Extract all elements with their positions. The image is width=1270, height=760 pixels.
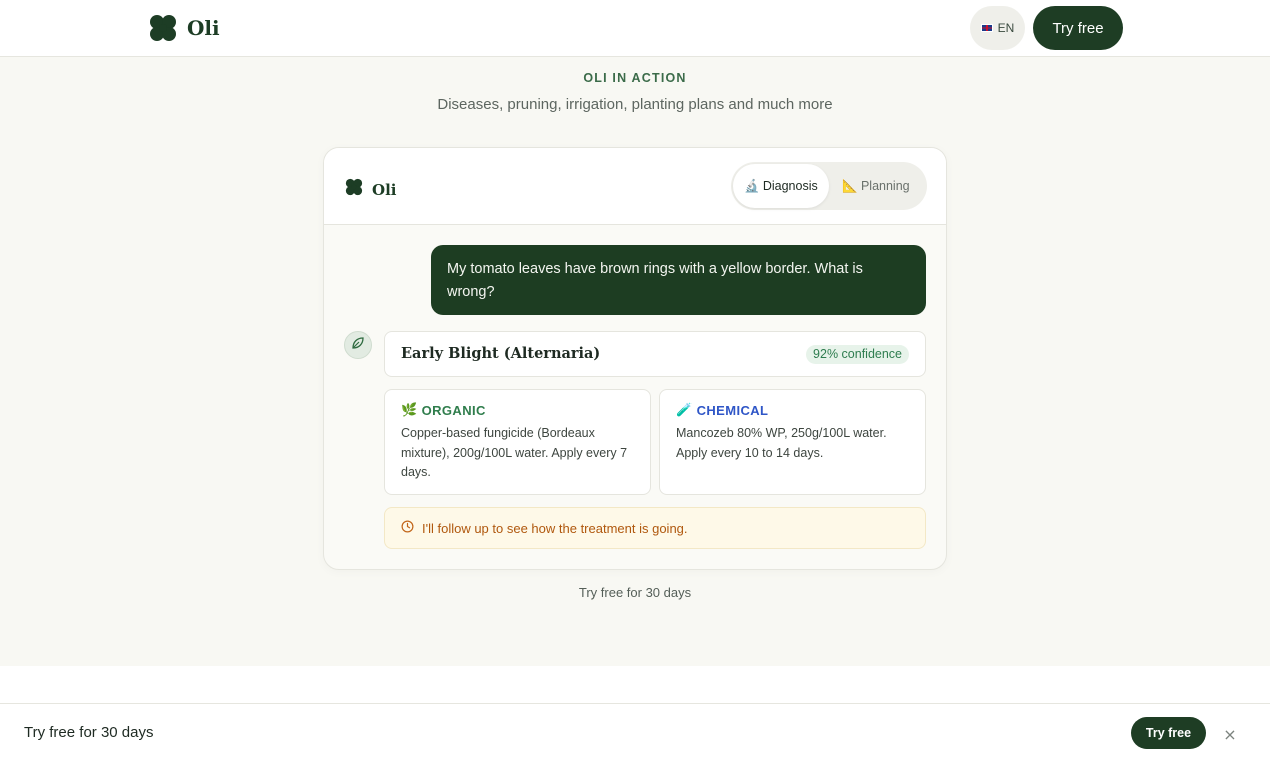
close-icon[interactable]: × (1220, 725, 1240, 745)
demo-tabs: 🔬 Diagnosis 📐 Planning (731, 162, 927, 210)
organic-treatment-heading: 🌿 ORGANIC (401, 402, 634, 418)
demo-brand: Oli (344, 177, 396, 202)
next-section (0, 666, 1270, 704)
try-free-button[interactable]: Try free (1033, 6, 1123, 50)
herb-icon: 🌿 (401, 402, 418, 417)
brand-logo[interactable]: Oli (147, 12, 220, 44)
demo-brand-name: Oli (372, 180, 397, 199)
assistant-avatar (344, 331, 372, 359)
demo-chat-card: Oli 🔬 Diagnosis 📐 Planning My tomato lea… (323, 147, 947, 570)
section-eyebrow: OLI IN ACTION (583, 71, 687, 85)
tab-label: Planning (860, 179, 910, 193)
followup-text: I'll follow up to see how the treatment … (422, 520, 688, 536)
organic-treatment-text: Copper-based fungicide (Bordeaux mixture… (401, 426, 628, 479)
chemical-treatment-card: 🧪 CHEMICAL Mancozeb 80% WP, 250g/100L wa… (659, 389, 926, 495)
organic-label: ORGANIC (421, 402, 486, 418)
ruler-icon: 📐 (842, 178, 858, 193)
tab-label: Diagnosis (762, 179, 818, 193)
chemical-treatment-text: Mancozeb 80% WP, 250g/100L water. Apply … (676, 426, 887, 460)
demo-card-header: Oli 🔬 Diagnosis 📐 Planning (324, 148, 946, 225)
clock-icon (401, 520, 414, 536)
chemical-treatment-heading: 🧪 CHEMICAL (676, 402, 909, 418)
leaf-icon (351, 336, 365, 355)
top-nav: Oli EN Try free (0, 0, 1270, 57)
diagnosis-title: Early Blight (Alternaria) (401, 345, 601, 362)
followup-notice: I'll follow up to see how the treatment … (384, 507, 926, 549)
brand-name: Oli (187, 16, 220, 40)
organic-treatment-card: 🌿 ORGANIC Copper-based fungicide (Bordea… (384, 389, 651, 495)
chemical-label: CHEMICAL (696, 402, 769, 418)
clover-icon (344, 177, 364, 202)
tab-planning[interactable]: 📐 Planning (829, 164, 923, 208)
tab-diagnosis[interactable]: 🔬 Diagnosis (733, 164, 829, 208)
diagnosis-result: Early Blight (Alternaria) 92% confidence (384, 331, 926, 377)
clover-icon (147, 12, 179, 44)
language-selector[interactable]: EN (970, 6, 1025, 50)
sticky-try-free-button[interactable]: Try free (1131, 717, 1206, 749)
user-message-bubble: My tomato leaves have brown rings with a… (431, 245, 926, 315)
microscope-icon: 🔬 (744, 178, 760, 193)
confidence-badge: 92% confidence (806, 345, 909, 364)
card-footer-link[interactable]: Try free for 30 days (0, 585, 1270, 600)
uk-flag-icon (980, 24, 993, 32)
sticky-cta-text: Try free for 30 days (24, 724, 154, 741)
language-label: EN (997, 21, 1015, 35)
section-subtitle: Diseases, pruning, irrigation, planting … (437, 96, 833, 113)
test-tube-icon: 🧪 (676, 402, 693, 417)
sticky-cta-bar: Try free for 30 days Try free × (0, 703, 1270, 760)
